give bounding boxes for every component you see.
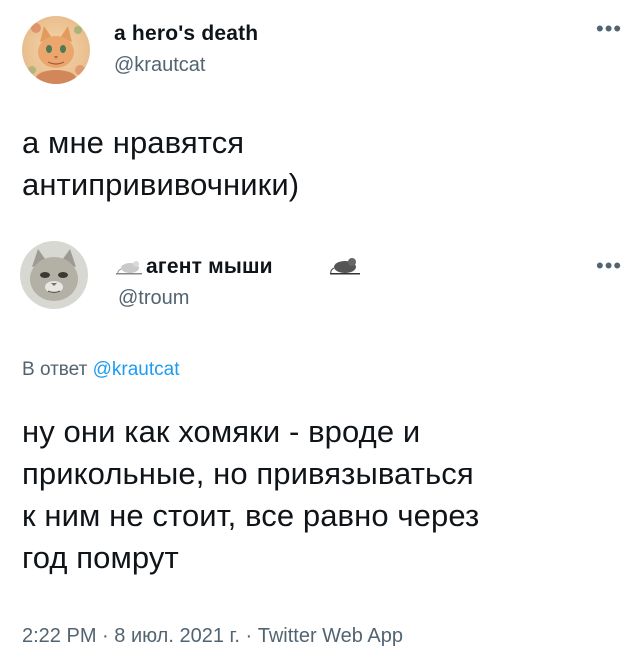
cat-photo bbox=[20, 241, 88, 309]
tweet-date[interactable]: 8 июл. 2021 г. bbox=[114, 625, 240, 647]
display-name[interactable]: агент мыши bbox=[146, 255, 273, 279]
mouse-icon bbox=[330, 255, 360, 280]
separator: · bbox=[239, 625, 258, 647]
avatar-cat[interactable] bbox=[22, 16, 90, 84]
tweet-source[interactable]: Twitter Web App bbox=[258, 625, 403, 647]
reply-context: В ответ @krautcat bbox=[22, 359, 179, 381]
tweet-original: a hero's death @krautcat ••• а мне нравя… bbox=[0, 0, 640, 225]
tweet-text: ну они как хомяки - вроде и прикольные, … bbox=[22, 414, 480, 575]
more-horizontal-icon[interactable]: ••• bbox=[596, 18, 622, 40]
avatar-cat-photo[interactable] bbox=[20, 241, 88, 309]
user-handle[interactable]: @troum bbox=[118, 287, 189, 310]
tweet-meta: 2:22 PM · 8 июл. 2021 г. · Twitter Web A… bbox=[22, 625, 403, 648]
tweet-text: а мне нравятся антипрививочники) bbox=[22, 125, 300, 202]
user-handle[interactable]: @krautcat bbox=[114, 54, 205, 77]
tweet-time[interactable]: 2:22 PM bbox=[22, 625, 96, 647]
reply-handle-link[interactable]: @krautcat bbox=[93, 359, 180, 380]
mouse-icon bbox=[116, 257, 142, 280]
separator: · bbox=[96, 625, 115, 647]
cat-illustration bbox=[22, 16, 90, 84]
reply-prefix: В ответ bbox=[22, 359, 93, 380]
more-horizontal-icon[interactable]: ••• bbox=[596, 255, 622, 277]
display-name[interactable]: a hero's death bbox=[114, 22, 258, 46]
tweet-reply: агент мыши @troum ••• В ответ @krautcat … bbox=[0, 225, 640, 653]
